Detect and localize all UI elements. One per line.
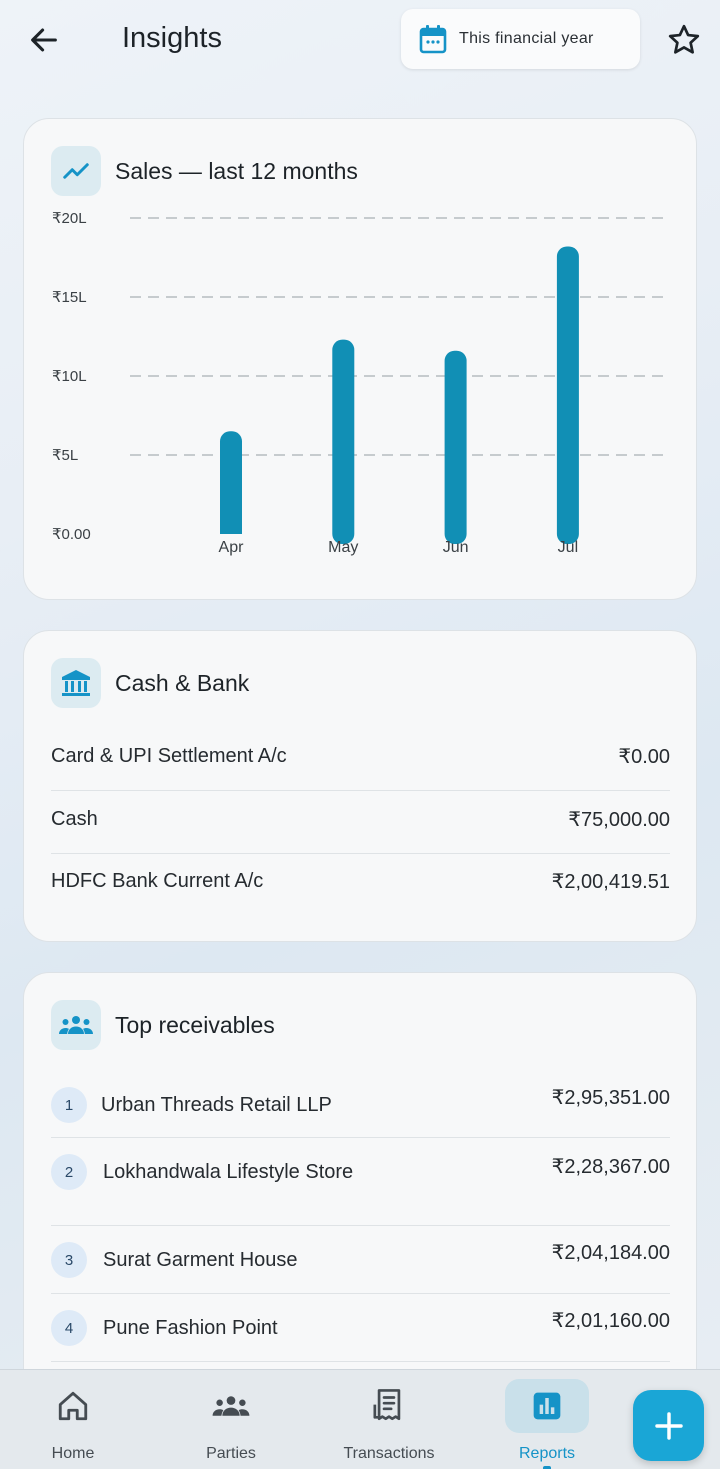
divider [51, 853, 670, 854]
bar-jul[interactable] [556, 246, 579, 544]
receivable-amount: ₹2,95,351.00 [551, 1087, 670, 1109]
account-name: Cash [51, 808, 98, 830]
date-filter-label: This financial year [459, 30, 594, 47]
rank-badge: 2 [51, 1154, 87, 1190]
receivables-title: Top receivables [115, 1011, 275, 1038]
rank-badge: 4 [51, 1310, 87, 1346]
rank-badge: 3 [51, 1242, 87, 1278]
x-tick-label: Jul [558, 539, 578, 556]
top-app-bar: Insights This financial year [0, 0, 720, 90]
nav-reports-label: Reports [518, 1445, 576, 1462]
page-title: Insights [122, 22, 222, 54]
y-tick-label: ₹15L [52, 289, 87, 306]
divider [51, 1137, 670, 1138]
party-name: Urban Threads Retail LLP [101, 1094, 332, 1116]
receivable-row[interactable]: 4 Pune Fashion Point ₹2,01,160.00 [51, 1310, 670, 1346]
bank-tile [51, 658, 101, 708]
account-balance: ₹75,000.00 [568, 809, 670, 831]
account-row[interactable]: Card & UPI Settlement A/c ₹0.00 [51, 744, 670, 769]
groups-icon [59, 1016, 93, 1034]
party-name: Lokhandwala Lifestyle Store [103, 1161, 354, 1183]
x-tick-label: Apr [219, 539, 245, 556]
back-button[interactable] [22, 18, 66, 62]
bar-apr[interactable] [220, 431, 242, 544]
sales-bar-chart: ₹0.00 ₹5L ₹10L ₹15L ₹20L Apr May Jun Jul [52, 210, 670, 556]
add-fab-button[interactable] [633, 1390, 704, 1461]
bottom-navigation: Home Parties Transactions Reports [0, 1369, 720, 1469]
bar-chart-icon [533, 1392, 561, 1420]
people-icon [212, 1396, 250, 1416]
nav-transactions-label: Transactions [343, 1445, 435, 1462]
bar-may[interactable] [332, 339, 355, 544]
arrow-left-icon [31, 28, 57, 52]
nav-transactions[interactable]: Transactions [319, 1370, 459, 1469]
receivables-header: Top receivables [51, 1000, 275, 1050]
receivable-amount: ₹2,28,367.00 [551, 1156, 670, 1178]
receivable-row[interactable]: 1 Urban Threads Retail LLP ₹2,95,351.00 [51, 1087, 670, 1123]
divider [51, 790, 670, 791]
receivables-card[interactable]: Top receivables 1 Urban Threads Retail L… [23, 972, 697, 1432]
star-icon [668, 24, 700, 54]
people-tile [51, 1000, 101, 1050]
receivable-amount: ₹2,01,160.00 [551, 1310, 670, 1332]
cash-bank-card[interactable]: Cash & Bank Card & UPI Settlement A/c ₹0… [23, 630, 697, 942]
receipt-icon [373, 1389, 401, 1421]
account-name: HDFC Bank Current A/c [51, 870, 264, 892]
account-row[interactable]: HDFC Bank Current A/c ₹2,00,419.51 [51, 869, 670, 894]
receivable-row[interactable]: 2 Lokhandwala Lifestyle Store ₹2,28,367.… [51, 1154, 670, 1190]
nav-home[interactable]: Home [3, 1370, 143, 1469]
divider [51, 1225, 670, 1226]
nav-reports[interactable]: Reports [477, 1370, 617, 1469]
bank-icon [62, 670, 90, 696]
x-tick-label: Jun [443, 539, 469, 556]
bar-jun[interactable] [444, 350, 467, 544]
receivable-row[interactable]: 3 Surat Garment House ₹2,04,184.00 [51, 1242, 670, 1278]
account-balance: ₹0.00 [618, 746, 670, 768]
date-range-filter[interactable]: This financial year [401, 9, 640, 69]
account-name: Card & UPI Settlement A/c [51, 745, 287, 767]
x-tick-label: May [328, 539, 358, 556]
y-tick-label: ₹10L [52, 368, 87, 385]
home-icon [58, 1391, 88, 1421]
rank-badge: 1 [51, 1087, 87, 1123]
party-name: Pune Fashion Point [103, 1317, 278, 1339]
divider [51, 1361, 670, 1362]
y-tick-label: ₹0.00 [52, 526, 91, 543]
nav-parties-label: Parties [206, 1445, 256, 1462]
account-row[interactable]: Cash ₹75,000.00 [51, 807, 670, 832]
baseline-mask [130, 534, 670, 545]
y-tick-label: ₹5L [52, 447, 78, 464]
plus-icon [654, 1411, 683, 1440]
favorite-button[interactable] [662, 18, 706, 62]
cash-bank-header: Cash & Bank [51, 658, 249, 708]
receipt-icon-wrap [367, 1386, 411, 1426]
y-tick-label: ₹20L [52, 210, 87, 227]
party-name: Surat Garment House [103, 1249, 298, 1271]
home-icon-wrap [51, 1386, 95, 1426]
sales-card[interactable]: Sales — last 12 months ₹0.00 ₹5L ₹10L ₹15L ₹… [23, 118, 697, 600]
receivable-amount: ₹2,04,184.00 [551, 1242, 670, 1264]
nav-parties[interactable]: Parties [161, 1370, 301, 1469]
cash-bank-title: Cash & Bank [115, 669, 250, 696]
divider [51, 1293, 670, 1294]
people-icon-wrap [209, 1386, 253, 1426]
nav-home-label: Home [51, 1445, 95, 1462]
account-balance: ₹2,00,419.51 [551, 871, 670, 893]
calendar-icon [419, 25, 447, 54]
bar-chart-icon-wrap [505, 1379, 589, 1433]
